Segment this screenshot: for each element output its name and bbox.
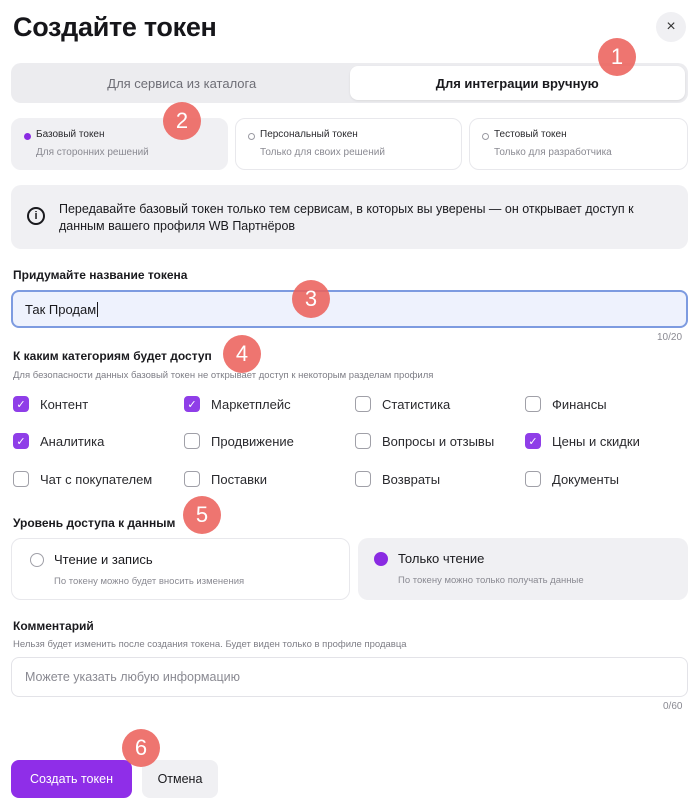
token-type-personal[interactable]: Персональный токен Только для своих реше…	[235, 118, 462, 170]
step-marker: 5	[183, 496, 221, 534]
category-checkbox[interactable]: ✓ Контент	[13, 394, 88, 414]
checkbox-icon	[355, 396, 371, 412]
access-option-title: Только чтение	[398, 551, 485, 566]
close-icon: ×	[666, 18, 676, 35]
info-icon: i	[27, 207, 45, 225]
access-option-title: Чтение и запись	[54, 552, 153, 567]
close-button[interactable]: ×	[656, 12, 686, 42]
category-checkbox[interactable]: ✓ Маркетплейс	[184, 394, 291, 414]
token-name-value: Так Продам	[25, 301, 97, 317]
token-type-subtitle: Для сторонних решений	[36, 147, 149, 158]
step-marker: 3	[292, 280, 330, 318]
access-label: Уровень доступа к данным	[13, 516, 176, 530]
token-type-subtitle: Только для разработчика	[494, 147, 612, 158]
radio-dot-icon	[248, 133, 255, 140]
category-checkbox[interactable]: ✓ Цены и скидки	[525, 431, 640, 451]
radio-selected-icon	[374, 552, 388, 566]
radio-dot-icon	[24, 133, 31, 140]
checkbox-checked-icon: ✓	[13, 433, 29, 449]
category-checkbox[interactable]: Статистика	[355, 394, 450, 414]
checkbox-icon	[355, 433, 371, 449]
category-label: Финансы	[552, 396, 607, 412]
category-label: Контент	[40, 396, 89, 412]
checkbox-icon	[525, 471, 541, 487]
category-label: Документы	[552, 471, 620, 487]
token-name-counter: 10/20	[657, 332, 683, 343]
category-label: Статистика	[382, 396, 451, 412]
token-type-title: Тестовый токен	[494, 129, 567, 140]
comment-counter: 0/60	[663, 701, 683, 712]
category-checkbox[interactable]: Документы	[525, 469, 619, 489]
category-checkbox[interactable]: Поставки	[184, 469, 267, 489]
token-type-test[interactable]: Тестовый токен Только для разработчика	[469, 118, 688, 170]
category-checkbox[interactable]: Чат с покупателем	[13, 469, 152, 489]
create-token-button[interactable]: Создать токен	[11, 760, 132, 798]
checkbox-checked-icon: ✓	[184, 396, 200, 412]
info-banner: i Передавайте базовый токен только тем с…	[11, 185, 688, 249]
tab-catalog-service[interactable]: Для сервиса из каталога	[14, 66, 350, 100]
step-marker: 4	[223, 335, 261, 373]
comment-input[interactable]	[11, 657, 688, 697]
category-checkbox[interactable]: Финансы	[525, 394, 607, 414]
token-type-subtitle: Только для своих решений	[260, 147, 385, 158]
checkbox-icon	[525, 396, 541, 412]
comment-hint: Нельзя будет изменить после создания ток…	[13, 639, 407, 650]
comment-label: Комментарий	[13, 619, 94, 633]
text-caret	[97, 301, 99, 317]
category-label: Аналитика	[40, 433, 105, 449]
checkbox-icon	[13, 471, 29, 487]
radio-icon	[30, 553, 44, 567]
token-name-label: Придумайте название токена	[13, 268, 188, 282]
radio-dot-icon	[482, 133, 489, 140]
access-option-read-write[interactable]: Чтение и запись По токену можно будет вн…	[11, 538, 350, 600]
category-label: Чат с покупателем	[40, 471, 153, 487]
checkbox-icon	[184, 433, 200, 449]
info-text: Передавайте базовый токен только тем сер…	[59, 202, 634, 233]
step-marker: 6	[122, 729, 160, 767]
category-checkbox[interactable]: Продвижение	[184, 431, 294, 451]
category-label: Поставки	[211, 471, 267, 487]
checkbox-checked-icon: ✓	[13, 396, 29, 412]
dialog-title: Создайте токен	[13, 12, 217, 42]
access-option-subtitle: По токену можно только получать данные	[398, 575, 584, 586]
access-option-subtitle: По токену можно будет вносить изменения	[54, 576, 245, 587]
integration-tabs: Для сервиса из каталога Для интеграции в…	[11, 63, 688, 103]
checkbox-icon	[355, 471, 371, 487]
category-label: Цены и скидки	[552, 433, 640, 449]
category-checkbox[interactable]: Возвраты	[355, 469, 440, 489]
step-marker: 1	[598, 38, 636, 76]
token-name-input[interactable]: Так Продам	[11, 290, 688, 328]
category-checkbox[interactable]: Вопросы и отзывы	[355, 431, 494, 451]
access-option-read-only[interactable]: Только чтение По токену можно только пол…	[358, 538, 688, 600]
token-type-title: Персональный токен	[260, 129, 358, 140]
category-checkbox[interactable]: ✓ Аналитика	[13, 431, 104, 451]
tab-manual-integration[interactable]: Для интеграции вручную	[349, 66, 685, 100]
cancel-button[interactable]: Отмена	[142, 760, 218, 798]
categories-label: К каким категориям будет доступ	[13, 349, 212, 363]
categories-hint: Для безопасности данных базовый токен не…	[13, 370, 434, 381]
category-label: Вопросы и отзывы	[382, 433, 495, 449]
category-label: Маркетплейс	[211, 396, 291, 412]
checkbox-checked-icon: ✓	[525, 433, 541, 449]
category-label: Продвижение	[211, 433, 294, 449]
category-label: Возвраты	[382, 471, 441, 487]
step-marker: 2	[163, 102, 201, 140]
checkbox-icon	[184, 471, 200, 487]
